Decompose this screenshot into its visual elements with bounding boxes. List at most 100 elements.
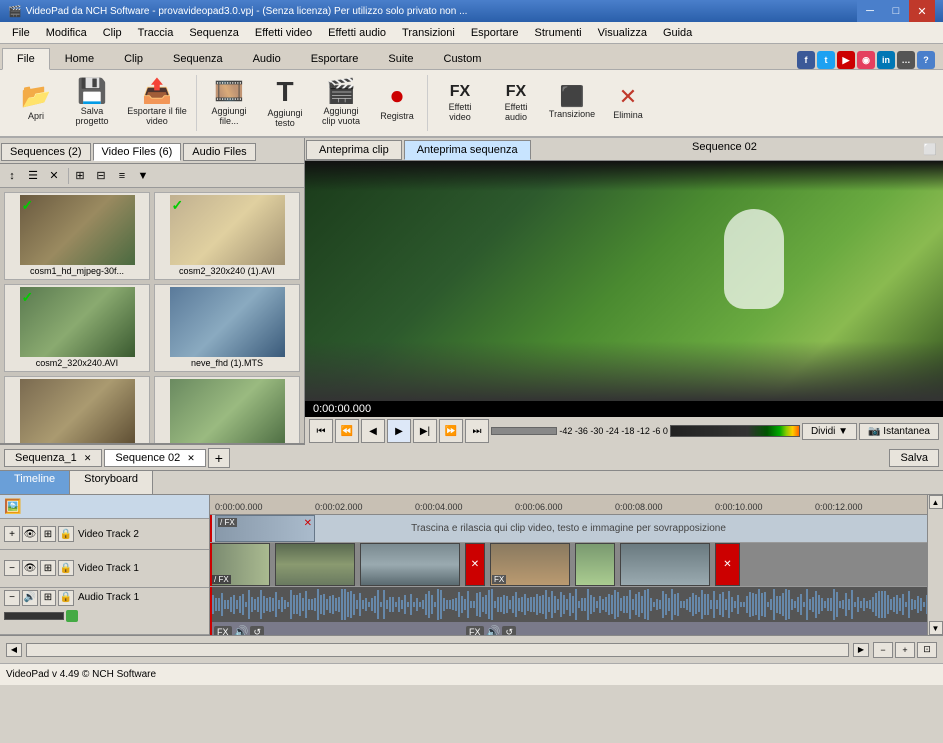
- audio-effects-button[interactable]: FX Effetti audio: [490, 77, 542, 129]
- delete-button[interactable]: ✕ Elimina: [602, 77, 654, 129]
- go-end-button[interactable]: ⏭: [465, 419, 489, 443]
- record-button[interactable]: ⏺ Registra: [371, 77, 423, 129]
- track-group-button[interactable]: ⊞: [40, 526, 56, 542]
- add-file-button[interactable]: 🎞️ Aggiungi file...: [203, 77, 255, 129]
- frame-back-button[interactable]: ◀: [361, 419, 385, 443]
- track-video1[interactable]: / FX ✕ FX ✕: [210, 543, 927, 587]
- tab-audio[interactable]: Audio: [238, 48, 296, 69]
- horizontal-scrollbar[interactable]: [26, 643, 849, 657]
- youtube-icon[interactable]: ▶: [837, 51, 855, 69]
- panel-view-list[interactable]: ≡: [112, 166, 132, 186]
- tab-sequences[interactable]: Sequences (2): [1, 143, 91, 161]
- clip-v1-3[interactable]: [360, 543, 460, 586]
- minimize-button[interactable]: ─: [857, 0, 883, 22]
- panel-list-button[interactable]: ☰: [23, 166, 43, 186]
- tab-esportare[interactable]: Esportare: [296, 48, 374, 69]
- menu-esportare[interactable]: Esportare: [463, 25, 527, 41]
- add-empty-clip-button[interactable]: 🎬 Aggiungi clip vuota: [315, 77, 367, 129]
- mode-tab-timeline[interactable]: Timeline: [0, 471, 70, 494]
- timeline-tracks[interactable]: 0:00:00.000 0:00:02.000 0:00:04.000 0:00…: [210, 495, 927, 635]
- clip-v1-8[interactable]: ✕: [715, 543, 740, 586]
- zoom-out-button[interactable]: −: [873, 642, 893, 658]
- media-item[interactable]: provaavs_fdh_h264...: [154, 376, 300, 443]
- tab-clip[interactable]: Clip: [109, 48, 158, 69]
- volume-bar[interactable]: [670, 425, 800, 437]
- tab-audio-files[interactable]: Audio Files: [183, 143, 255, 161]
- tab-custom[interactable]: Custom: [429, 48, 497, 69]
- linkedin-icon[interactable]: in: [877, 51, 895, 69]
- clip-v1-1[interactable]: / FX: [210, 543, 270, 586]
- title-bar-controls[interactable]: ─ □ ✕: [857, 0, 935, 22]
- media-item[interactable]: ✓ cosm2_320x240 (1).AVI: [154, 192, 300, 280]
- seq-tab-1-close[interactable]: ✕: [84, 453, 92, 463]
- menu-clip[interactable]: Clip: [95, 25, 130, 41]
- track-audio1[interactable]: FX 🔊 ↺ FX 🔊 ↺: [210, 587, 927, 635]
- menu-sequenza[interactable]: Sequenza: [181, 25, 247, 41]
- track-eye-button[interactable]: 👁: [22, 526, 38, 542]
- step-fwd-button[interactable]: ⏩: [439, 419, 463, 443]
- panel-sort-button[interactable]: ↕: [2, 166, 22, 186]
- audio-volume-slider[interactable]: [4, 612, 64, 620]
- track-lock-button-v1[interactable]: 🔒: [58, 560, 74, 576]
- add-text-button[interactable]: T Aggiungi testo: [259, 77, 311, 129]
- add-sequence-button[interactable]: +: [208, 448, 230, 468]
- menu-visualizza[interactable]: Visualizza: [590, 25, 655, 41]
- scroll-right-button[interactable]: ▶: [853, 643, 869, 657]
- seq-tab-2[interactable]: Sequence 02 ✕: [104, 449, 205, 467]
- export-video-button[interactable]: 📤 Esportare il file video: [122, 77, 192, 129]
- remove-audio-track-button[interactable]: −: [4, 590, 20, 606]
- facebook-icon[interactable]: f: [797, 51, 815, 69]
- go-start-button[interactable]: ⏮: [309, 419, 333, 443]
- audio-lock-button[interactable]: 🔒: [58, 590, 74, 606]
- play-button[interactable]: ▶: [387, 419, 411, 443]
- zoom-in-button[interactable]: +: [895, 642, 915, 658]
- save-button[interactable]: Salva: [889, 449, 939, 467]
- panel-delete-button[interactable]: ✕: [44, 166, 64, 186]
- close-button[interactable]: ✕: [909, 0, 935, 22]
- audio-group-button[interactable]: ⊞: [40, 590, 56, 606]
- media-item[interactable]: ✓ cosm2_320x240.AVI: [4, 284, 150, 372]
- clip-v1-2[interactable]: [275, 543, 355, 586]
- save-project-button[interactable]: 💾 Salva progetto: [66, 77, 118, 129]
- zoom-fit-button[interactable]: ⊡: [917, 642, 937, 658]
- snapshot-button[interactable]: 📷 Istantanea: [859, 423, 939, 440]
- scroll-down-button[interactable]: ▼: [929, 621, 943, 635]
- tab-suite[interactable]: Suite: [373, 48, 428, 69]
- menu-modifica[interactable]: Modifica: [38, 25, 95, 41]
- scroll-up-button[interactable]: ▲: [929, 495, 943, 509]
- clip-v1-5[interactable]: FX: [490, 543, 570, 586]
- menu-strumenti[interactable]: Strumenti: [527, 25, 590, 41]
- media-item[interactable]: ✓ cosm1_hd_mjpeg-30f...: [4, 192, 150, 280]
- track-eye-button-v1[interactable]: 👁: [22, 560, 38, 576]
- track-lock-button[interactable]: 🔒: [58, 526, 74, 542]
- tab-video-files[interactable]: Video Files (6): [93, 143, 182, 161]
- panel-more[interactable]: ▼: [133, 166, 153, 186]
- tab-sequenza[interactable]: Sequenza: [158, 48, 238, 69]
- tab-home[interactable]: Home: [50, 48, 109, 69]
- panel-view-small[interactable]: ⊟: [91, 166, 111, 186]
- remove-track-button[interactable]: −: [4, 560, 20, 576]
- media-item[interactable]: neve_fhd (1).MTS: [154, 284, 300, 372]
- step-back-button[interactable]: ⏪: [335, 419, 359, 443]
- add-track-button[interactable]: +: [4, 526, 20, 542]
- track-overlay[interactable]: Trascina e rilascia qui clip video, test…: [210, 515, 927, 543]
- menu-effetti-audio[interactable]: Effetti audio: [320, 25, 394, 41]
- maximize-button[interactable]: ⬜: [917, 138, 943, 160]
- mode-tab-storyboard[interactable]: Storyboard: [70, 471, 153, 494]
- maximize-button[interactable]: □: [883, 0, 909, 22]
- help-icon[interactable]: ?: [917, 51, 935, 69]
- twitter-icon[interactable]: t: [817, 51, 835, 69]
- video-effects-button[interactable]: FX Effetti video: [434, 77, 486, 129]
- tab-anteprima-sequenza[interactable]: Anteprima sequenza: [404, 140, 531, 160]
- transition-button[interactable]: ⬛ Transizione: [546, 77, 598, 129]
- menu-guida[interactable]: Guida: [655, 25, 700, 41]
- vertical-scrollbar[interactable]: ▲ ▼: [927, 495, 943, 635]
- media-item[interactable]: neve_fhd.MTS: [4, 376, 150, 443]
- open-button[interactable]: 📂 Apri: [10, 77, 62, 129]
- menu-traccia[interactable]: Traccia: [130, 25, 182, 41]
- seq-tab-2-close[interactable]: ✕: [187, 453, 195, 463]
- split-button[interactable]: Dividi ▼: [802, 423, 857, 440]
- track-group-button-v1[interactable]: ⊞: [40, 560, 56, 576]
- scroll-left-button[interactable]: ◀: [6, 643, 22, 657]
- menu-file[interactable]: File: [4, 25, 38, 41]
